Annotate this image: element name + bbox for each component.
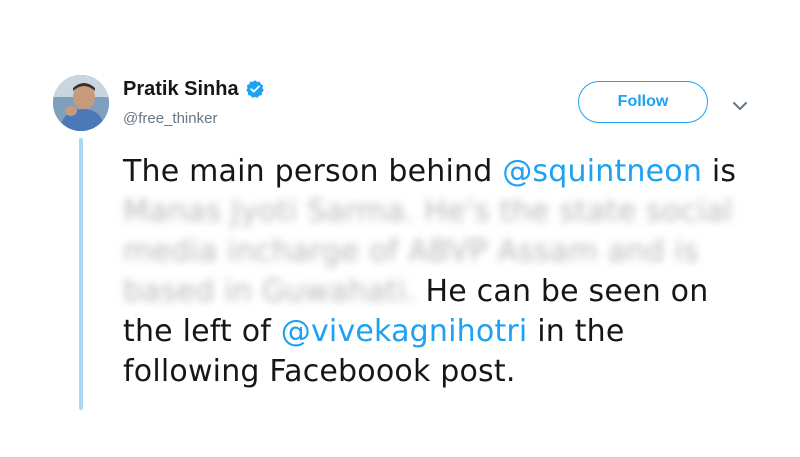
tweet-card: Pratik Sinha @free_thinker Follow The ma…: [0, 0, 800, 457]
tweet-text: The main person behind @squintneon is Ma…: [123, 152, 763, 392]
avatar[interactable]: [53, 75, 109, 131]
tweet-text-segment: is: [702, 154, 737, 189]
follow-button[interactable]: Follow: [578, 81, 708, 123]
thread-line: [79, 138, 83, 410]
avatar-image: [53, 75, 109, 131]
author-display-name[interactable]: Pratik Sinha: [123, 78, 239, 101]
author-name-row: Pratik Sinha: [123, 76, 265, 102]
chevron-down-icon[interactable]: [732, 98, 748, 110]
mention-link[interactable]: @vivekagnihotri: [281, 314, 528, 349]
tweet-text-segment: The main person behind: [123, 154, 503, 189]
verified-badge-icon: [245, 79, 265, 99]
mention-link[interactable]: @squintneon: [502, 154, 702, 189]
author-handle[interactable]: @free_thinker: [123, 110, 217, 127]
